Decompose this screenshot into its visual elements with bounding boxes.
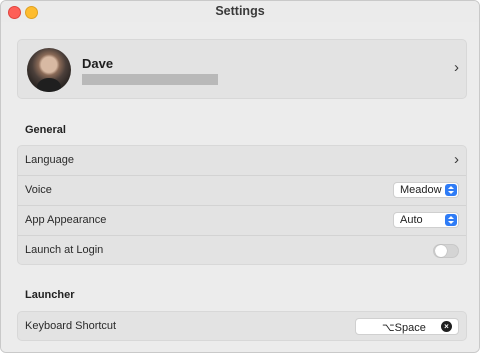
launch-at-login-row: Launch at Login: [18, 236, 466, 266]
chevron-right-icon[interactable]: ›: [454, 60, 459, 75]
launcher-settings-group: Keyboard Shortcut ⌥Space ×: [17, 311, 467, 341]
launcher-section-title: Launcher: [25, 289, 75, 301]
app-appearance-label: App Appearance: [25, 214, 107, 226]
chevron-right-icon[interactable]: ›: [454, 152, 459, 167]
avatar: [27, 48, 71, 92]
general-section-title: General: [25, 124, 66, 136]
launch-at-login-label: Launch at Login: [25, 244, 104, 256]
profile-name: Dave: [82, 56, 114, 71]
app-appearance-popup-button[interactable]: Auto: [393, 212, 459, 228]
up-down-chevron-icon[interactable]: [445, 214, 457, 226]
redacted-email-bar: [82, 74, 218, 85]
language-row[interactable]: Language ›: [18, 146, 466, 176]
clear-x-icon[interactable]: ×: [441, 321, 452, 332]
launch-at-login-toggle[interactable]: [433, 244, 459, 258]
voice-value: Meadow: [400, 184, 442, 196]
keyboard-shortcut-row: Keyboard Shortcut ⌥Space ×: [18, 312, 466, 342]
general-settings-group: Language › Voice Meadow App Appearance A…: [17, 145, 467, 265]
voice-label: Voice: [25, 184, 52, 196]
settings-content: Dave › General Language › Voice Meadow A…: [1, 22, 479, 352]
toggle-knob: [435, 245, 447, 257]
voice-row: Voice Meadow: [18, 176, 466, 206]
settings-window: Settings Dave › General Language › Voice…: [0, 0, 480, 353]
language-label: Language: [25, 154, 74, 166]
up-down-chevron-icon[interactable]: [445, 184, 457, 196]
app-appearance-value: Auto: [400, 214, 423, 226]
keyboard-shortcut-label: Keyboard Shortcut: [25, 320, 117, 332]
app-appearance-row: App Appearance Auto: [18, 206, 466, 236]
title-bar: Settings: [1, 1, 479, 22]
voice-popup-button[interactable]: Meadow: [393, 182, 459, 198]
window-title: Settings: [215, 4, 265, 18]
keyboard-shortcut-field[interactable]: ⌥Space ×: [355, 318, 459, 335]
keyboard-shortcut-value: ⌥Space: [382, 321, 426, 334]
profile-card[interactable]: Dave ›: [17, 39, 467, 99]
